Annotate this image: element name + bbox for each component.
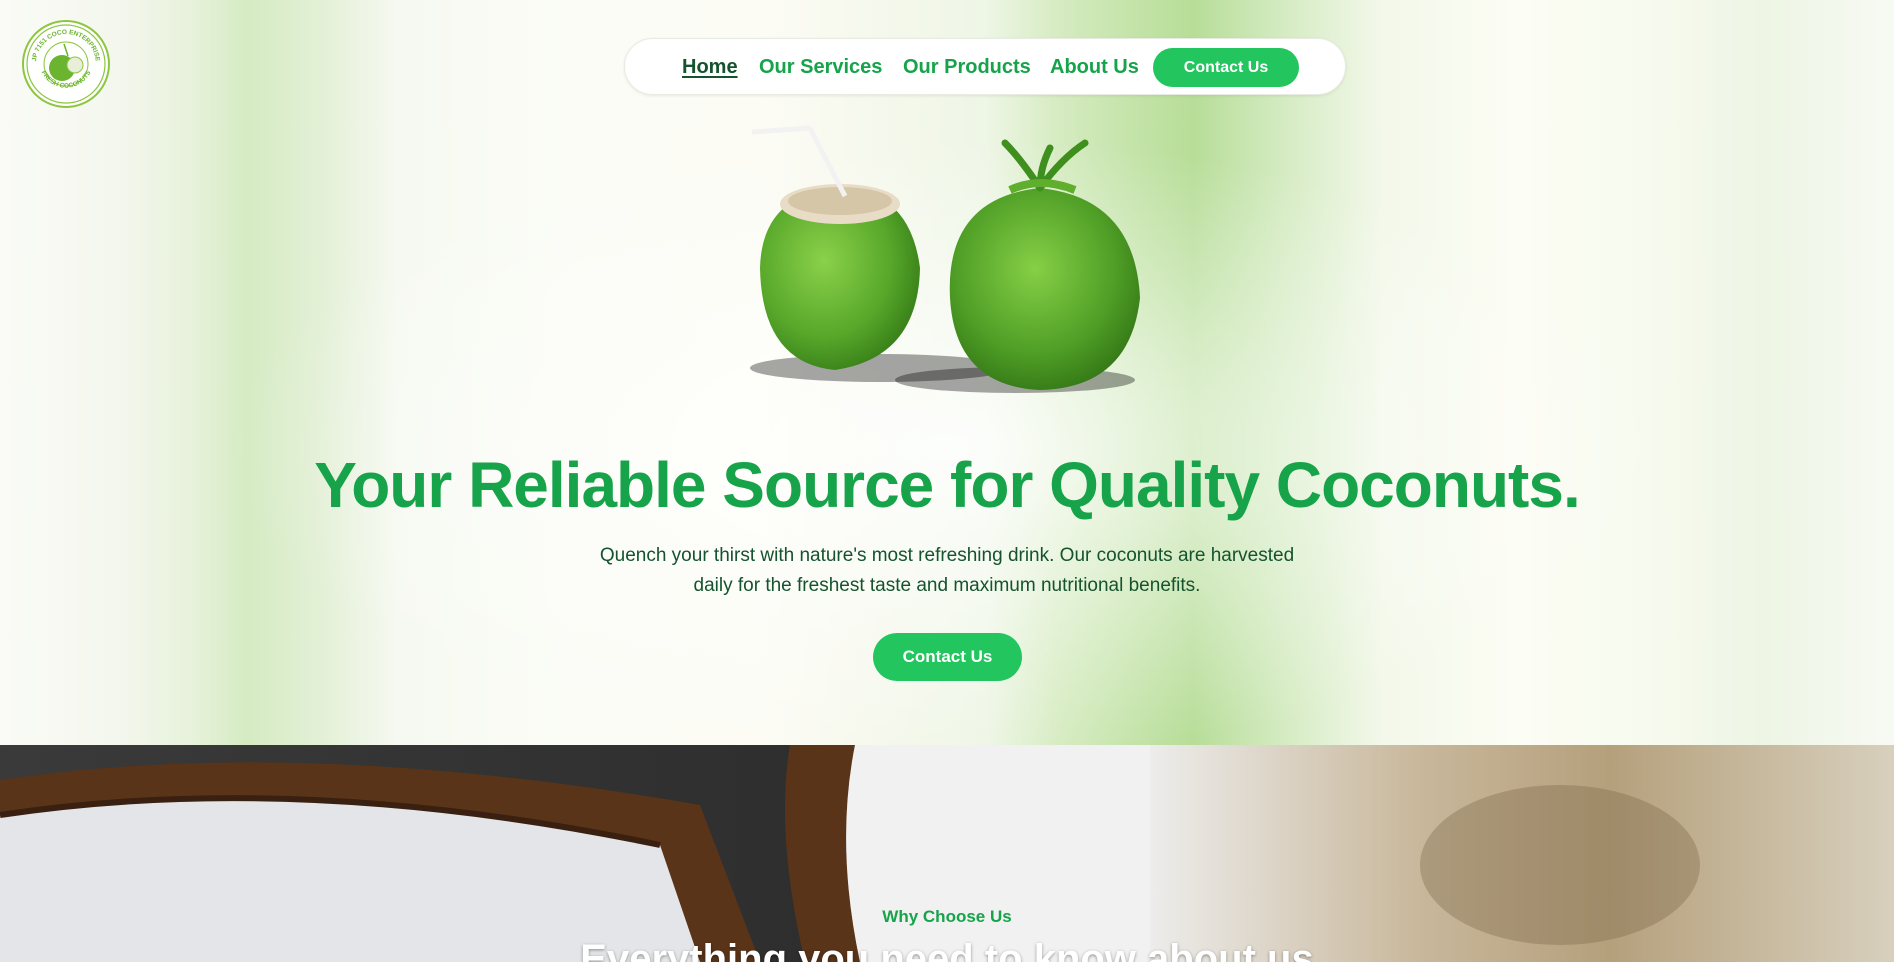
nav-contact-button[interactable]: Contact Us — [1153, 48, 1299, 87]
hero-subtext: Quench your thirst with nature's most re… — [599, 545, 1295, 596]
hero-headline: Your Reliable Source for Quality Coconut… — [314, 449, 1580, 521]
nav-our-products[interactable]: Our Products — [903, 57, 1031, 77]
coconut-background-image — [0, 745, 1700, 962]
hero-contact-button[interactable]: Contact Us — [873, 633, 1022, 681]
section-eyebrow: Why Choose Us — [882, 907, 1012, 926]
brand-logo[interactable]: JP 7151 COCO ENTERPRISE FRESH COCONUTS — [22, 20, 110, 108]
nav-about-us[interactable]: About Us — [1050, 57, 1139, 77]
nav-our-services[interactable]: Our Services — [759, 57, 882, 77]
hero-section: Your Reliable Source for Quality Coconut… — [0, 0, 1894, 745]
section-title: Everything you need to know about us — [580, 937, 1314, 962]
coconut-logo-icon: JP 7151 COCO ENTERPRISE FRESH COCONUTS — [26, 24, 106, 104]
main-nav: Home Our Services Our Products About Us … — [624, 38, 1346, 95]
coconuts-image — [750, 125, 1140, 393]
nav-home[interactable]: Home — [682, 57, 738, 77]
why-choose-us-section: Why Choose Us Everything you need to kno… — [0, 745, 1894, 962]
